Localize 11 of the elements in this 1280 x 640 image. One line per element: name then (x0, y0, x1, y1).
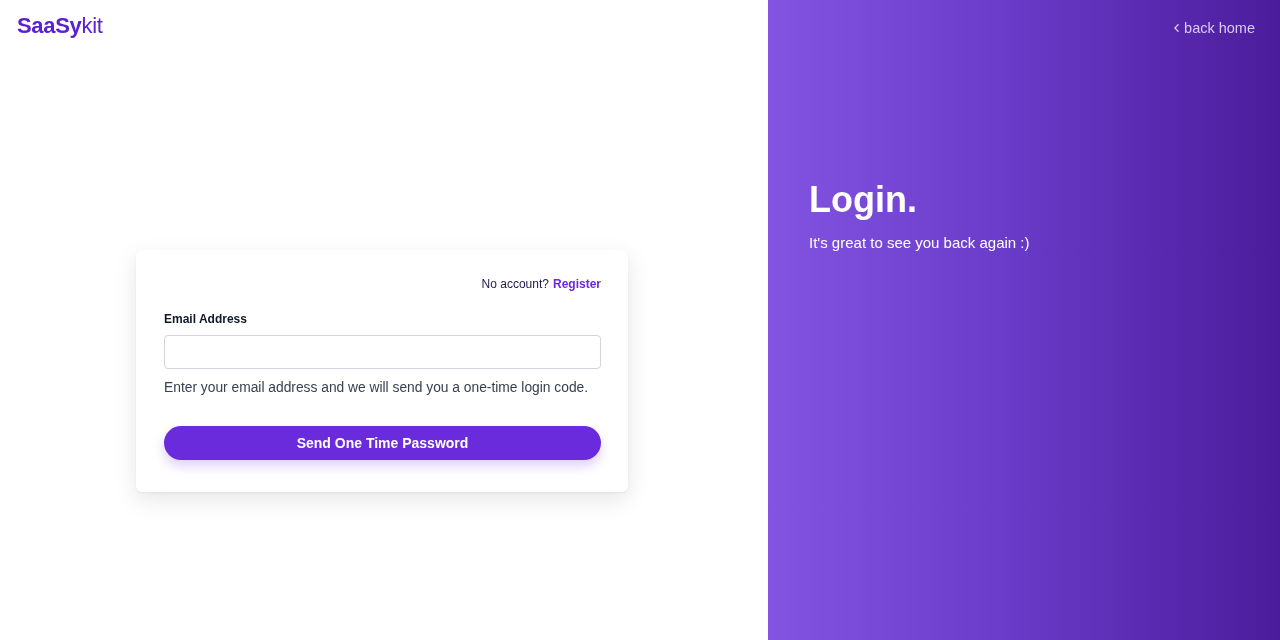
register-link[interactable]: Register (552, 276, 601, 292)
chevron-left-icon (1174, 24, 1180, 32)
send-password-button[interactable]: Send One Time Password (164, 426, 601, 460)
email-input[interactable] (164, 335, 601, 369)
back-home-link[interactable]: back home (1174, 18, 1255, 38)
hero-title: Login. (809, 178, 917, 222)
email-label: Email Address (164, 311, 247, 327)
hero-subtitle: It's great to see you back again :) (809, 233, 1030, 253)
no-account-text: No account? (481, 276, 549, 292)
logo[interactable]: SaaSykit (17, 13, 103, 39)
helper-text: Enter your email address and we will send you a one-time login code. (164, 379, 589, 397)
